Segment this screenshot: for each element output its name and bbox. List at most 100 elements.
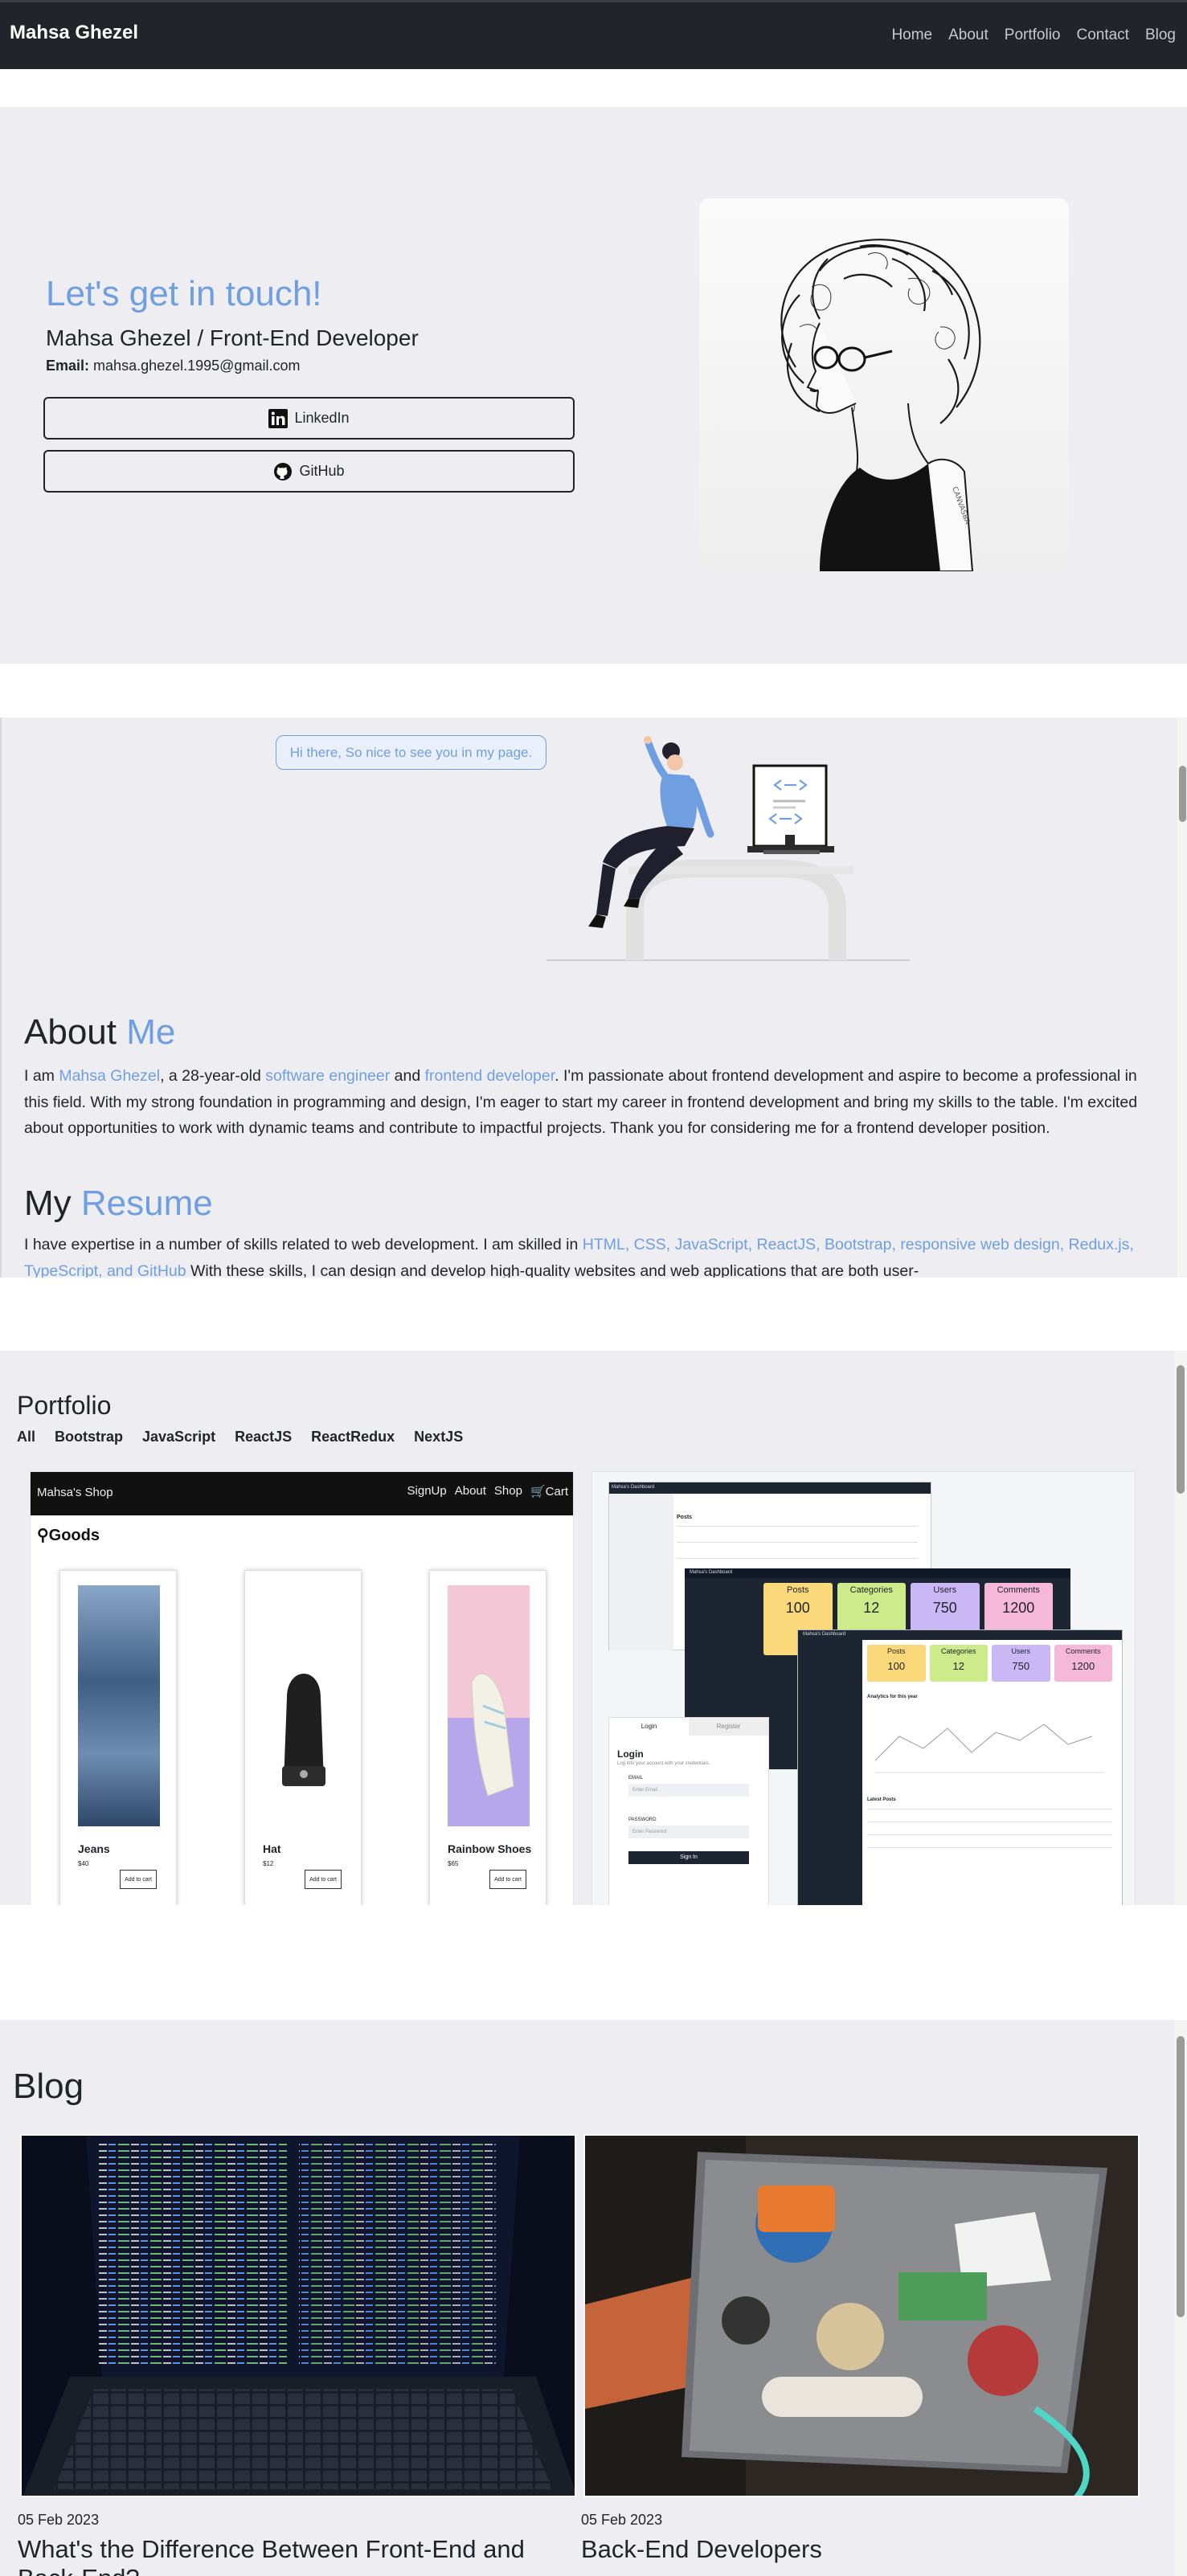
speech-bubble: Hi there, So nice to see you in my page.: [276, 735, 546, 770]
shop-nav: SignUp About Shop 🛒Cart: [407, 1484, 568, 1499]
about-text-part: , a 28-year-old: [160, 1067, 266, 1085]
divider: [677, 1542, 918, 1543]
email-label: Email:: [46, 358, 90, 374]
stat-label: Posts: [886, 1647, 906, 1655]
blog-date: 05 Feb 2023: [581, 2512, 663, 2528]
stat-value: 750: [1012, 1660, 1030, 1672]
resume-title: My Resume: [24, 1184, 213, 1224]
dashboard-sidebar: [798, 1640, 862, 1905]
about-text: I am Mahsa Ghezel, a 28-year-old softwar…: [24, 1063, 1165, 1142]
divider: [677, 1526, 918, 1527]
product-card: Rainbow Shoes $65 Add to cart: [429, 1570, 546, 1905]
filter-bootstrap[interactable]: Bootstrap: [55, 1429, 123, 1445]
divider: [867, 1847, 1112, 1848]
stat-value: 1200: [1071, 1660, 1095, 1672]
email-value: mahsa.ghezel.1995@gmail.com: [93, 358, 301, 374]
divider: [677, 1558, 918, 1559]
resume-title-plain: My: [24, 1184, 72, 1223]
github-button[interactable]: GitHub: [43, 450, 575, 493]
product-price: $65: [448, 1860, 459, 1867]
product-image-shoes: [448, 1585, 530, 1826]
linkedin-label: LinkedIn: [294, 410, 350, 426]
stat-label: Posts: [786, 1585, 809, 1595]
blog-title: Blog: [13, 2067, 84, 2106]
product-name: Jeans: [78, 1842, 110, 1855]
about-scrollbar-thumb[interactable]: [1179, 766, 1186, 822]
about-text-part: I am: [24, 1067, 59, 1085]
about-section: Hi there, So nice to see you in my page.…: [0, 718, 1187, 1278]
product-card: Jeans $40 Add to cart: [59, 1570, 177, 1905]
blog-image-laptop-code: [20, 2134, 576, 2497]
email-input: Enter Email: [628, 1784, 749, 1797]
nav-link-blog[interactable]: Blog: [1145, 27, 1176, 44]
blog-post-title[interactable]: What's the Difference Between Front-End …: [18, 2535, 572, 2576]
product-name: Hat: [263, 1842, 281, 1855]
contact-subtitle: Mahsa Ghezel / Front-End Developer: [46, 325, 419, 350]
about-scrollbar[interactable]: [1177, 718, 1187, 1278]
shop-navbar: Mahsa's Shop SignUp About Shop 🛒Cart: [31, 1472, 573, 1515]
stat-card-posts: Posts 100: [867, 1645, 926, 1682]
login-tabs: Login Register: [609, 1718, 768, 1736]
nav-link-about[interactable]: About: [948, 27, 988, 44]
stat-label: Comments: [997, 1585, 1040, 1595]
nav-links: Home About Portfolio Contact Blog: [891, 27, 1176, 44]
blog-scrollbar[interactable]: [1174, 2020, 1187, 2576]
dashboard-window-title: Mahsa's Dashboard: [798, 1630, 1122, 1640]
contact-title: Let's get in touch!: [46, 274, 322, 313]
stat-label: Users: [1011, 1647, 1030, 1655]
login-tab: Login: [609, 1718, 689, 1736]
about-text-part: and: [390, 1067, 425, 1085]
filter-javascript[interactable]: JavaScript: [142, 1429, 215, 1445]
dashboard-section: Posts: [677, 1515, 693, 1520]
email-label: EMAIL: [628, 1776, 644, 1781]
nav-link-home[interactable]: Home: [891, 27, 932, 44]
sign-in-button: Sign In: [628, 1851, 749, 1864]
blog-date: 05 Feb 2023: [18, 2512, 100, 2528]
dashboard-window-title: Mahsa's Dashboard: [685, 1568, 1070, 1578]
portrait-illustration: CANVASBA: [699, 198, 1069, 571]
portfolio-scrollbar[interactable]: [1174, 1351, 1187, 1905]
about-title-accent: Me: [126, 1012, 176, 1052]
filter-reactjs[interactable]: ReactJS: [235, 1429, 292, 1445]
linkedin-button[interactable]: LinkedIn: [43, 397, 575, 440]
filter-reactredux[interactable]: ReactRedux: [311, 1429, 395, 1445]
project-card-shop[interactable]: Mahsa's Shop SignUp About Shop 🛒Cart ⚲Go…: [30, 1471, 574, 1905]
cart-icon: 🛒: [530, 1485, 546, 1499]
filter-all[interactable]: All: [17, 1429, 35, 1445]
resume-text: I have expertise in a number of skills r…: [24, 1232, 1165, 1278]
chart-title: Analytics for this year: [867, 1695, 918, 1699]
about-role-software: software engineer: [265, 1067, 391, 1085]
about-title: About Me: [24, 1012, 175, 1053]
analytics-mini-chart: [874, 1723, 1104, 1773]
add-to-cart-button: Add to cart: [489, 1870, 526, 1889]
password-input: Enter Password: [628, 1826, 749, 1838]
project-card-dashboard[interactable]: Mahsa's Dashboard Posts Mahsa's Dashboar…: [591, 1471, 1136, 1905]
blog-card[interactable]: 05 Feb 2023 Back-End Developers: [581, 2132, 1145, 2576]
stat-label: Comments: [1065, 1647, 1101, 1655]
navbar: Mahsa Ghezel Home About Portfolio Contac…: [0, 0, 1187, 69]
about-role-frontend: frontend developer: [424, 1067, 555, 1085]
about-title-plain: About: [24, 1012, 117, 1052]
stat-cards: Posts 100 Categories 12 Users 750 Comments 1…: [867, 1645, 1112, 1682]
shop-nav-signup: SignUp: [407, 1484, 447, 1498]
resume-title-accent: Resume: [80, 1184, 213, 1223]
stat-card-categories: Categories 12: [929, 1645, 988, 1682]
stat-label: Categories: [849, 1585, 893, 1595]
blog-post-title[interactable]: Back-End Developers: [581, 2535, 1136, 2564]
login-heading: Login: [617, 1748, 644, 1760]
portfolio-scrollbar-thumb[interactable]: [1177, 1365, 1185, 1494]
login-subtitle: Log into your account with your credenti…: [617, 1761, 710, 1766]
nav-link-contact[interactable]: Contact: [1076, 27, 1128, 44]
filter-nextjs[interactable]: NextJS: [414, 1429, 463, 1445]
blog-card[interactable]: 05 Feb 2023 What's the Difference Betwee…: [18, 2132, 582, 2576]
dashboard-sidebar: [609, 1494, 673, 1651]
pin-icon: ⚲: [37, 1527, 49, 1544]
portfolio-title: Portfolio: [17, 1391, 112, 1420]
product-card: Hat $12 Add to cart: [244, 1570, 362, 1905]
blog-scrollbar-thumb[interactable]: [1177, 2036, 1185, 2317]
brand-logo[interactable]: Mahsa Ghezel: [10, 22, 138, 44]
contact-section: Let's get in touch! Mahsa Ghezel / Front…: [0, 107, 1187, 664]
nav-link-portfolio[interactable]: Portfolio: [1005, 27, 1061, 44]
shop-heading-label: Goods: [48, 1527, 100, 1544]
stat-label: Users: [933, 1585, 957, 1595]
